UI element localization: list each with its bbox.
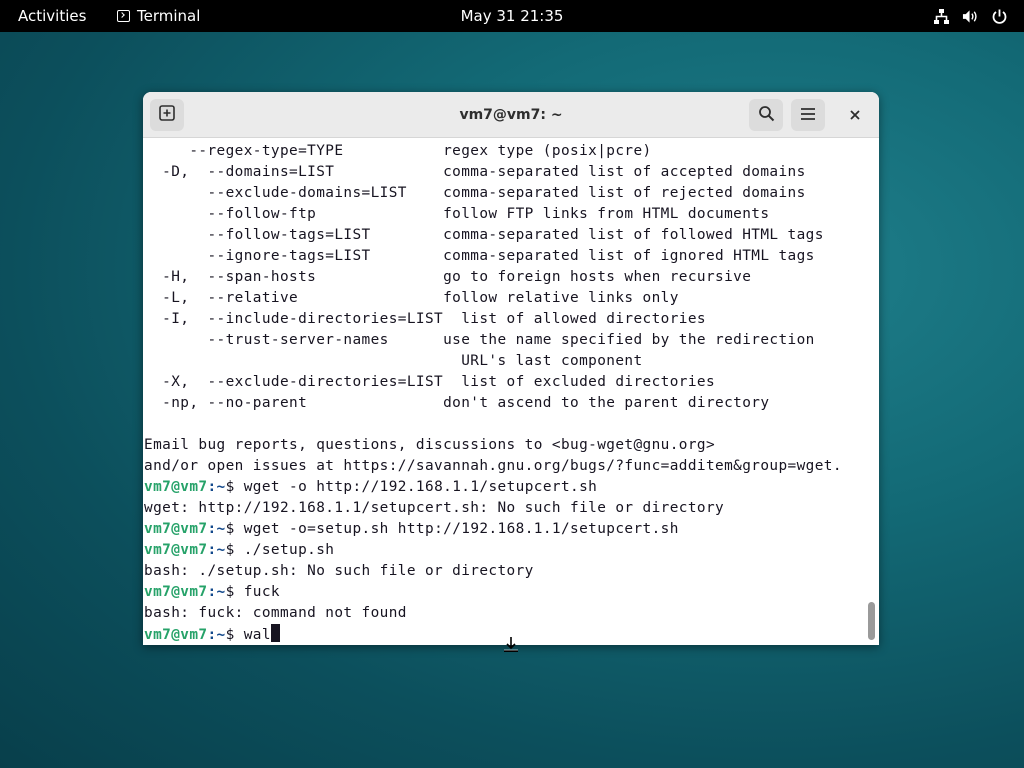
- terminal-output-line: -D, --domains=LIST comma-separated list …: [144, 164, 806, 180]
- prompt-path: :~: [207, 627, 226, 643]
- terminal-output-line: -H, --span-hosts go to foreign hosts whe…: [144, 269, 752, 285]
- prompt-path: :~: [207, 584, 226, 600]
- terminal-window[interactable]: vm7@vm7: ~ --regex-type=TYPE regex type …: [143, 92, 879, 645]
- terminal-output-line: bash: ./setup.sh: No such file or direct…: [144, 563, 534, 579]
- prompt-command: $ wal: [225, 627, 271, 643]
- prompt-path: :~: [207, 542, 226, 558]
- scrollbar-thumb[interactable]: [868, 602, 875, 640]
- app-menu-button[interactable]: Terminal: [117, 0, 200, 32]
- terminal-prompt-line: vm7@vm7:~$ wal: [144, 624, 842, 645]
- prompt-user: vm7@vm7: [144, 542, 208, 558]
- activities-button[interactable]: Activities: [18, 0, 86, 32]
- text-cursor: [270, 624, 280, 642]
- menu-icon: [800, 106, 816, 125]
- terminal-output-line: --follow-ftp follow FTP links from HTML …: [144, 206, 770, 222]
- terminal-output-line: --regex-type=TYPE regex type (posix|pcre…: [144, 143, 652, 159]
- terminal-output[interactable]: --regex-type=TYPE regex type (posix|pcre…: [143, 138, 863, 645]
- prompt-user: vm7@vm7: [144, 521, 208, 537]
- terminal-output-line: -L, --relative follow relative links onl…: [144, 290, 679, 306]
- terminal-lines: --regex-type=TYPE regex type (posix|pcre…: [144, 141, 842, 645]
- terminal-output-line: and/or open issues at https://savannah.g…: [144, 458, 842, 474]
- terminal-output-line: --exclude-domains=LIST comma-separated l…: [144, 185, 806, 201]
- search-button[interactable]: [749, 99, 783, 131]
- prompt-path: :~: [207, 521, 226, 537]
- prompt-command: $ ./setup.sh: [225, 542, 335, 558]
- menu-button[interactable]: [791, 99, 825, 131]
- terminal-prompt-line: vm7@vm7:~$ fuck: [144, 582, 842, 603]
- app-name-label: Terminal: [137, 7, 201, 25]
- terminal-output-line: -I, --include-directories=LIST list of a…: [144, 311, 706, 327]
- close-icon: [849, 106, 861, 125]
- new-tab-icon: [159, 105, 175, 125]
- header-bar[interactable]: vm7@vm7: ~: [143, 92, 879, 138]
- close-button[interactable]: [838, 99, 872, 131]
- top-bar: Activities Terminal May 31 21:35: [0, 0, 1024, 32]
- scrollbar[interactable]: [863, 138, 879, 645]
- terminal-prompt-line: vm7@vm7:~$ wget -o=setup.sh http://192.1…: [144, 519, 842, 540]
- volume-icon[interactable]: [962, 8, 979, 25]
- terminal-output-line: --follow-tags=LIST comma-separated list …: [144, 227, 824, 243]
- search-icon: [758, 105, 775, 126]
- terminal-output-line: --trust-server-names use the name specif…: [144, 332, 815, 348]
- prompt-command: $ wget -o http://192.168.1.1/setupcert.s…: [225, 479, 598, 495]
- terminal-output-line: -X, --exclude-directories=LIST list of e…: [144, 374, 716, 390]
- clock[interactable]: May 31 21:35: [461, 7, 564, 25]
- prompt-command: $ fuck: [225, 584, 280, 600]
- terminal-output-line: URL's last component: [144, 353, 643, 369]
- terminal-icon: [117, 10, 130, 22]
- terminal-output-line: wget: http://192.168.1.1/setupcert.sh: N…: [144, 500, 725, 516]
- terminal-output-line: Email bug reports, questions, discussion…: [144, 437, 716, 453]
- prompt-command: $ wget -o=setup.sh http://192.168.1.1/se…: [225, 521, 679, 537]
- power-icon[interactable]: [991, 8, 1008, 25]
- prompt-user: vm7@vm7: [144, 584, 208, 600]
- new-tab-button[interactable]: [150, 99, 184, 131]
- mouse-pointer-icon: [502, 636, 520, 654]
- terminal-output-line: -np, --no-parent don't ascend to the par…: [144, 395, 770, 411]
- network-icon[interactable]: [933, 8, 950, 25]
- prompt-user: vm7@vm7: [144, 479, 208, 495]
- prompt-path: :~: [207, 479, 226, 495]
- terminal-output-line: --ignore-tags=LIST comma-separated list …: [144, 248, 815, 264]
- terminal-output-line: bash: fuck: command not found: [144, 605, 407, 621]
- system-tray[interactable]: [933, 0, 1008, 32]
- terminal-prompt-line: vm7@vm7:~$ wget -o http://192.168.1.1/se…: [144, 477, 842, 498]
- terminal-prompt-line: vm7@vm7:~$ ./setup.sh: [144, 540, 842, 561]
- prompt-user: vm7@vm7: [144, 627, 208, 643]
